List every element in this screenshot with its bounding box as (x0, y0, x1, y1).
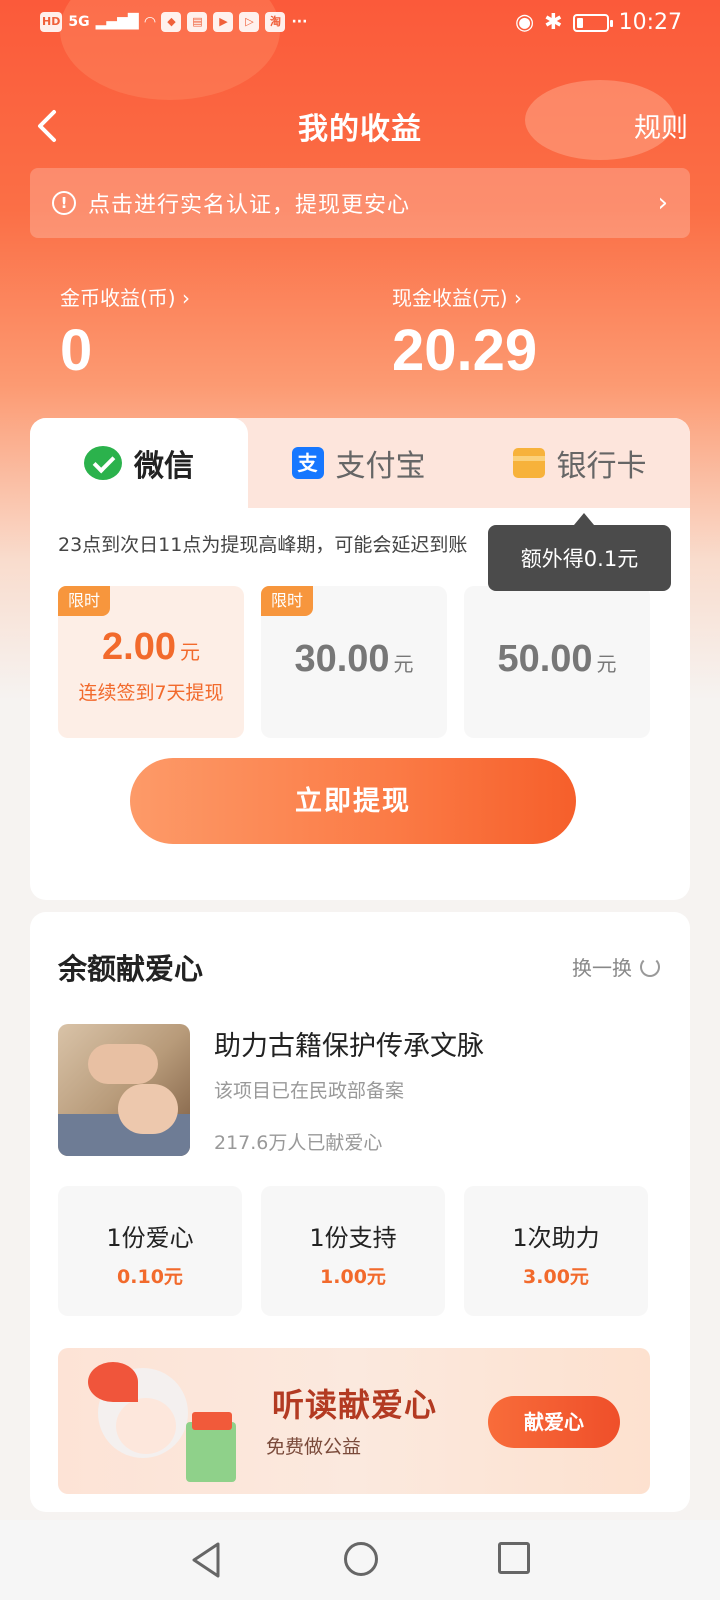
verify-identity-banner[interactable]: ! 点击进行实名认证，提现更安心 › (30, 168, 690, 238)
thumb-hand-shape (118, 1084, 178, 1134)
withdraw-card: 微信 支 支付宝 银行卡 23点到次日11点为提现高峰期，可能会延迟到账 限时 … (30, 418, 690, 900)
donation-option-price: 3.00元 (523, 1266, 589, 1288)
amount-value: 2.00 (102, 626, 176, 668)
nav-home-icon[interactable] (344, 1542, 378, 1576)
listen-donate-banner[interactable]: 听读献爱心 免费做公益 献爱心 (58, 1348, 650, 1494)
status-right-icons: ◉ ✱ 10:27 (515, 10, 682, 35)
listen-banner-subtitle: 免费做公益 (266, 1436, 362, 1458)
coin-earnings-value: 0 (60, 318, 93, 383)
limited-time-badge: 限时 (58, 586, 111, 616)
cash-earnings-value: 20.29 (392, 318, 538, 383)
wechat-icon (84, 446, 122, 480)
bank-card-icon (512, 448, 545, 478)
signal-icon: ▂▄▆█ (95, 14, 139, 30)
gift-box-icon (186, 1422, 236, 1482)
amount-option-30[interactable]: 限时 30.00 元 (261, 586, 447, 738)
donation-option[interactable]: 1份支持 1.00元 (261, 1186, 445, 1316)
system-navigation-bar (0, 1520, 720, 1600)
nav-recent-apps-icon[interactable] (498, 1542, 530, 1574)
project-registration: 该项目已在民政部备案 (214, 1080, 405, 1102)
amount-option-50[interactable]: 50.00 元 (464, 586, 650, 738)
network-label: 5G (68, 14, 90, 30)
status-time: 10:27 (618, 10, 682, 35)
page-title: 我的收益 (298, 112, 422, 147)
withdraw-amount-options: 限时 2.00 元 连续签到7天提现 限时 30.00 元 50.00 元 (58, 586, 664, 738)
tab-alipay[interactable]: 支 支付宝 (248, 418, 469, 508)
amount-unit: 元 (393, 652, 414, 676)
alipay-icon: 支 (291, 447, 324, 479)
tab-label: 微信 (134, 449, 194, 484)
amount-value-row: 30.00 元 (261, 638, 447, 681)
thumb-hand-shape (88, 1044, 158, 1084)
status-bar: HD 5G ▂▄▆█ ◠ ◆ ▤ ▶ ▷ 淘 ··· ◉ ✱ 10:27 (0, 0, 720, 48)
donation-option-label: 1次助力 (512, 1224, 600, 1252)
payment-method-tabs: 微信 支 支付宝 银行卡 (30, 418, 690, 508)
amount-value: 50.00 (497, 638, 593, 680)
amount-condition: 连续签到7天提现 (78, 682, 224, 704)
donation-option-label: 1份支持 (309, 1224, 397, 1252)
title-bar: 我的收益 规则 (0, 96, 720, 156)
bluetooth-icon: ✱ (544, 10, 563, 35)
amount-value-row: 2.00 元 (58, 626, 244, 669)
donation-option-price: 1.00元 (320, 1266, 386, 1288)
status-left-icons: HD 5G ▂▄▆█ ◠ ◆ ▤ ▶ ▷ 淘 ··· (40, 12, 307, 32)
tab-bank-card[interactable]: 银行卡 (469, 418, 690, 508)
donation-option[interactable]: 1份爱心 0.10元 (58, 1186, 242, 1316)
mascot-illustration (88, 1362, 236, 1482)
withdraw-now-button[interactable]: 立即提现 (130, 758, 576, 844)
peak-time-note: 23点到次日11点为提现高峰期，可能会延迟到账 (58, 534, 468, 556)
project-name[interactable]: 助力古籍保护传承文脉 (214, 1024, 484, 1063)
video-app-icon: ▶ (213, 12, 234, 32)
cash-earnings[interactable]: 现金收益(元) › 20.29 (392, 282, 537, 384)
donation-option[interactable]: 1次助力 3.00元 (464, 1186, 648, 1316)
play-app-icon: ▷ (239, 12, 260, 32)
hd-icon: HD (40, 12, 63, 32)
verify-banner-text: 点击进行实名认证，提现更安心 (88, 193, 411, 218)
amount-unit: 元 (179, 640, 200, 664)
amount-value-row: 50.00 元 (464, 638, 650, 681)
tab-label: 银行卡 (556, 449, 647, 484)
wifi-icon: ◠ (144, 14, 156, 30)
info-icon: ! (52, 191, 76, 215)
donation-card: 余额献爱心 换一换 助力古籍保护传承文脉 该项目已在民政部备案 217.6万人已… (30, 912, 690, 1512)
book-app-icon: ▤ (187, 12, 208, 32)
amount-unit: 元 (596, 652, 617, 676)
mascot-face (116, 1398, 176, 1454)
nav-back-icon[interactable] (188, 1540, 224, 1580)
chevron-right-icon: › (657, 188, 668, 218)
donation-option-label: 1份爱心 (106, 1224, 194, 1252)
project-image[interactable] (58, 1024, 190, 1156)
eye-icon: ◉ (514, 10, 535, 35)
cash-earnings-label: 现金收益(元) › (392, 286, 522, 310)
rules-link[interactable]: 规则 (634, 106, 688, 145)
shield-app-icon: ◆ (161, 12, 182, 32)
mascot-hat (88, 1362, 138, 1402)
more-notifications-icon: ··· (291, 14, 308, 30)
coin-earnings[interactable]: 金币收益(币) › 0 (60, 282, 190, 384)
refresh-label: 换一换 (572, 956, 632, 980)
battery-icon (572, 13, 613, 32)
amount-option-2[interactable]: 限时 2.00 元 连续签到7天提现 (58, 586, 244, 738)
gift-box-lid (192, 1412, 232, 1430)
listen-banner-title: 听读献爱心 (272, 1386, 438, 1424)
limited-time-badge: 限时 (261, 586, 314, 616)
taobao-app-icon: 淘 (265, 12, 286, 32)
donate-love-button[interactable]: 献爱心 (488, 1396, 620, 1448)
donation-title: 余额献爱心 (58, 952, 204, 986)
donation-option-price: 0.10元 (117, 1266, 183, 1288)
tab-wechat[interactable]: 微信 (30, 418, 248, 508)
project-donor-count: 217.6万人已献爱心 (214, 1132, 383, 1154)
amount-value: 30.00 (294, 638, 390, 680)
refresh-button[interactable]: 换一换 (572, 952, 660, 981)
refresh-icon (640, 956, 660, 977)
tab-label: 支付宝 (335, 449, 426, 484)
bonus-tooltip: 额外得0.1元 (488, 513, 671, 591)
coin-earnings-label: 金币收益(币) › (60, 286, 190, 310)
battery-level (576, 17, 583, 28)
